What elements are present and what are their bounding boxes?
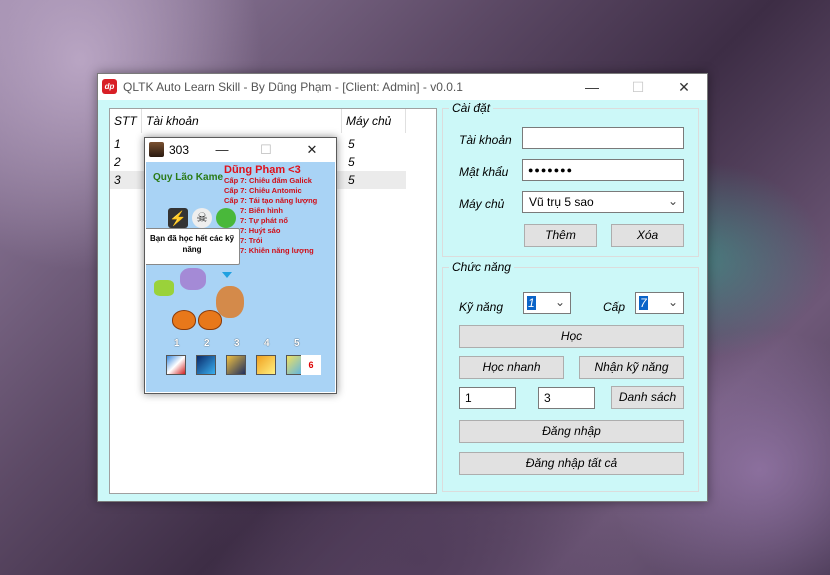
column-header-account[interactable]: Tài khoản xyxy=(142,109,342,133)
level-select[interactable]: 7 ⌄ xyxy=(635,292,684,314)
skill-select-value: 1 xyxy=(527,296,536,310)
skill-line: 7: Khiên năng lượng xyxy=(240,246,314,255)
minimize-icon[interactable]: — xyxy=(569,74,615,100)
game-title-bar[interactable]: 303 — ☐ ✕ xyxy=(145,138,336,162)
learn-button[interactable]: Học xyxy=(459,325,684,348)
pumpkin-sprite xyxy=(172,310,196,330)
server-label: Máy chủ xyxy=(459,197,505,211)
character-name: Dũng Phạm <3 xyxy=(224,164,301,176)
column-header-stt[interactable]: STT xyxy=(110,109,142,133)
skill-slot-icon[interactable] xyxy=(166,355,186,375)
skill-slot-icon[interactable] xyxy=(196,355,216,375)
title-bar[interactable]: dp QLTK Auto Learn Skill - By Dũng Phạm … xyxy=(98,74,707,100)
add-button[interactable]: Thêm xyxy=(524,224,597,247)
skill-line: Cấp 7: Chiêu đấm Galick xyxy=(224,176,312,185)
level-select-value: 7 xyxy=(639,296,648,310)
character-class: Quy Lão Kame xyxy=(153,172,224,183)
column-header-server[interactable]: Máy chủ xyxy=(342,109,406,133)
receive-skill-button[interactable]: Nhận kỹ năng xyxy=(579,356,684,379)
login-button[interactable]: Đăng nhập xyxy=(459,420,684,443)
chevron-down-icon: ⌄ xyxy=(667,295,678,309)
skill-line: Cấp 7: Tái tạo năng lượng xyxy=(224,196,318,205)
functions-group-label: Chức năng xyxy=(449,260,514,274)
character-avatar-icon xyxy=(149,142,164,157)
cell-stt: 1 xyxy=(114,137,121,151)
cell-server: 5 xyxy=(348,137,355,151)
chevron-down-icon: ⌄ xyxy=(554,295,565,309)
password-input[interactable]: ●●●●●●● xyxy=(522,159,684,181)
learn-fast-button[interactable]: Học nhanh xyxy=(459,356,564,379)
pumpkin-sprite xyxy=(198,310,222,330)
app-logo-icon: dp xyxy=(102,79,117,94)
skull-icon: ☠ xyxy=(192,208,212,228)
settings-group-label: Cài đặt xyxy=(449,101,494,115)
server-select[interactable]: Vũ trụ 5 sao ⌄ xyxy=(522,191,684,213)
target-marker-icon xyxy=(222,272,232,278)
password-label: Mật khẩu xyxy=(459,165,509,179)
skill-line: 7: Tự phát nổ xyxy=(240,216,288,225)
skill-slot-count: 6 xyxy=(301,355,321,375)
skill-line: Cấp 7: Chiêu Antomic xyxy=(224,186,302,195)
cell-server: 5 xyxy=(348,173,355,187)
slot-number: 3 xyxy=(234,338,240,349)
game-window-title: 303 xyxy=(169,143,190,157)
skill-select[interactable]: 1 ⌄ xyxy=(523,292,571,314)
dragon-sprite xyxy=(154,280,174,296)
game-window: 303 — ☐ ✕ Dũng Phạm <3 Quy Lão Kame Cấp … xyxy=(144,137,337,394)
slot-number: 4 xyxy=(264,338,270,349)
maximize-icon[interactable]: ☐ xyxy=(615,74,661,100)
cell-stt: 2 xyxy=(114,155,121,169)
cell-server: 5 xyxy=(348,155,355,169)
maximize-icon[interactable]: ☐ xyxy=(249,138,283,162)
chevron-down-icon: ⌄ xyxy=(667,194,678,208)
settings-group: Cài đặt Tài khoản Mật khẩu ●●●●●●● Máy c… xyxy=(442,101,699,257)
close-icon[interactable]: ✕ xyxy=(295,138,329,162)
skill-slot-icon[interactable] xyxy=(226,355,246,375)
skill-line: 7: Huýt sáo xyxy=(240,226,281,235)
range-to-input[interactable]: 3 xyxy=(538,387,595,409)
skill-line: 7: Biến hình xyxy=(240,206,283,215)
notification-bubble: Bạn đã học hết các kỹ năng xyxy=(146,228,240,265)
monster-icon xyxy=(216,208,236,228)
close-icon[interactable]: ✕ xyxy=(661,74,707,100)
pet-sprite xyxy=(180,268,206,290)
character-sprite xyxy=(216,286,244,318)
minimize-icon[interactable]: — xyxy=(205,138,239,162)
range-from-input[interactable]: 1 xyxy=(459,387,516,409)
slot-number: 1 xyxy=(174,338,180,349)
delete-button[interactable]: Xóa xyxy=(611,224,684,247)
cell-stt: 3 xyxy=(114,173,121,187)
account-input[interactable] xyxy=(522,127,684,149)
skill-line: 7: Trói xyxy=(240,236,263,245)
account-label: Tài khoản xyxy=(459,133,512,147)
skill-label: Kỹ năng xyxy=(459,300,504,314)
server-select-value: Vũ trụ 5 sao xyxy=(529,195,594,209)
game-canvas[interactable]: Dũng Phạm <3 Quy Lão Kame Cấp 7: Chiêu đ… xyxy=(146,162,335,392)
lightning-icon: ⚡ xyxy=(168,208,188,228)
level-label: Cấp xyxy=(603,300,626,314)
slot-number: 5 xyxy=(294,338,300,349)
functions-group: Chức năng Kỹ năng 1 ⌄ Cấp 7 ⌄ Học Học nh… xyxy=(442,260,699,492)
list-button[interactable]: Danh sách xyxy=(611,386,684,409)
login-all-button[interactable]: Đăng nhập tất cả xyxy=(459,452,684,475)
slot-number: 2 xyxy=(204,338,210,349)
skill-slot-icon[interactable] xyxy=(256,355,276,375)
window-title: QLTK Auto Learn Skill - By Dũng Phạm - [… xyxy=(123,80,463,94)
